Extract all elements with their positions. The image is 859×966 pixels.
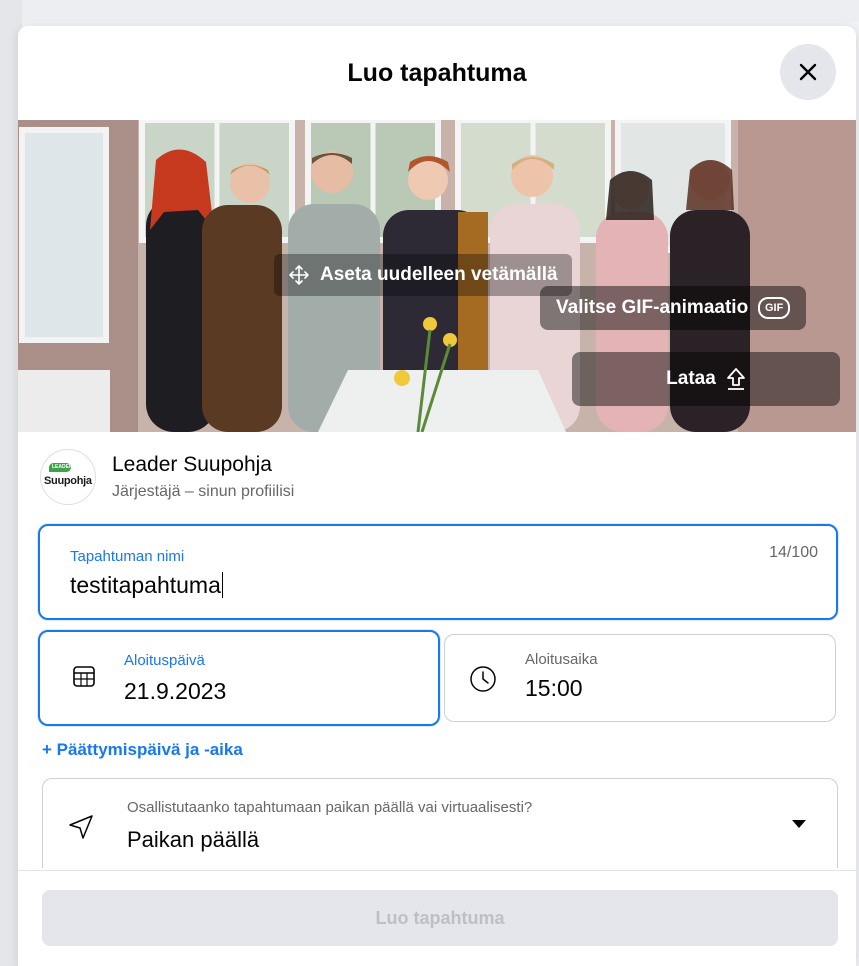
move-arrows-icon — [289, 265, 309, 285]
event-name-value-wrap: testitapahtuma — [70, 572, 224, 599]
leader-leaf-text: LEADER — [52, 464, 73, 470]
clock-icon — [470, 666, 496, 692]
organizer-subtitle: Järjestäjä – sinun profiilisi — [112, 483, 295, 500]
start-time-value: 15:00 — [525, 675, 583, 701]
organizer-info: Leader Suupohja Järjestäjä – sinun profi… — [112, 453, 294, 501]
location-question: Osallistutaanko tapahtumaan paikan pääll… — [127, 799, 533, 816]
start-time-field[interactable]: Aloitusaika 15:00 — [444, 634, 836, 722]
close-icon — [799, 63, 817, 81]
organizer-section: LEADER Suupohja Leader Suupohja Järjestä… — [40, 449, 294, 505]
choose-gif-button[interactable]: Valitse GIF-animaatio GIF — [540, 286, 807, 330]
text-caret — [221, 572, 224, 598]
upload-button[interactable]: Lataa — [572, 352, 840, 406]
create-event-dialog: Luo tapahtuma Aseta uudelleen vetämällä … — [18, 26, 856, 966]
start-date-value: 21.9.2023 — [124, 678, 227, 704]
start-time-label: Aloitusaika — [525, 651, 598, 668]
create-event-button[interactable]: Luo tapahtuma — [42, 890, 838, 946]
dialog-header: Luo tapahtuma — [18, 26, 856, 120]
choose-gif-label: Valitse GIF-animaatio — [556, 297, 749, 318]
upload-label: Lataa — [666, 368, 716, 389]
organizer-logo-text: Suupohja — [44, 475, 92, 487]
start-date-field[interactable]: Aloituspäivä 21.9.2023 — [38, 630, 440, 726]
event-name-input[interactable]: testitapahtuma — [70, 572, 221, 598]
location-type-select[interactable]: Osallistutaanko tapahtumaan paikan pääll… — [42, 778, 838, 868]
caret-down-icon — [792, 820, 806, 828]
organizer-name: Leader Suupohja — [112, 453, 272, 476]
reposition-label: Aseta uudelleen vetämällä — [320, 264, 558, 285]
event-name-field[interactable]: Tapahtuman nimi 14/100 testitapahtuma — [38, 524, 838, 620]
footer-divider — [18, 870, 856, 871]
location-arrow-icon — [69, 815, 93, 839]
cover-photo[interactable]: Aseta uudelleen vetämällä Valitse GIF-an… — [18, 120, 856, 432]
start-date-label: Aloituspäivä — [124, 652, 205, 669]
calendar-icon — [73, 666, 95, 687]
add-end-date-time-link[interactable]: + Päättymispäivä ja -aika — [42, 740, 243, 760]
close-button[interactable] — [780, 44, 836, 100]
reposition-hint[interactable]: Aseta uudelleen vetämällä — [274, 254, 572, 296]
location-value: Paikan päällä — [127, 827, 260, 852]
organizer-avatar: LEADER Suupohja — [40, 449, 96, 505]
dialog-title: Luo tapahtuma — [347, 58, 527, 87]
event-name-label: Tapahtuman nimi — [70, 548, 185, 565]
background-page — [0, 0, 859, 22]
gif-icon: GIF — [758, 297, 791, 319]
event-name-counter: 14/100 — [769, 544, 818, 561]
upload-icon — [726, 368, 745, 390]
